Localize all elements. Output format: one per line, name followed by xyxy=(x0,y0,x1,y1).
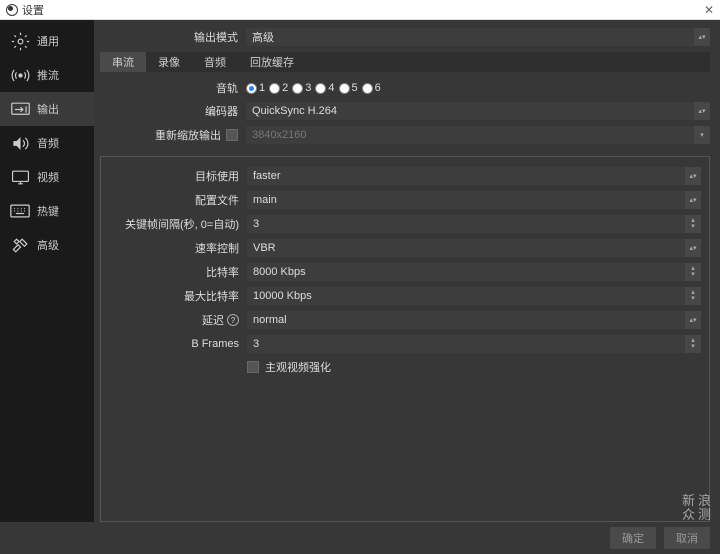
chevron-updown-icon: ▴▾ xyxy=(694,102,710,120)
subjective-label: 主观视频强化 xyxy=(265,359,331,375)
tracks-label: 音轨 xyxy=(100,80,246,96)
encoder-select[interactable]: QuickSync H.264 ▴▾ xyxy=(246,102,710,120)
tab-record[interactable]: 录像 xyxy=(146,52,192,72)
bframes-spinner[interactable]: 3 ▴▾ xyxy=(247,335,701,353)
rescale-select[interactable]: 3840x2160 ▾ xyxy=(246,126,710,144)
cancel-button[interactable]: 取消 xyxy=(664,527,710,549)
track-radio-4[interactable] xyxy=(315,83,326,94)
encoder-label: 编码器 xyxy=(100,103,246,119)
chevron-updown-icon: ▴▾ xyxy=(685,311,701,329)
ok-button[interactable]: 确定 xyxy=(610,527,656,549)
sidebar-item-label: 推流 xyxy=(37,67,59,83)
chevron-updown-icon: ▴▾ xyxy=(694,28,710,46)
keyint-spinner[interactable]: 3 ▴▾ xyxy=(247,215,701,233)
sidebar: 通用 推流 输出 音频 xyxy=(0,20,94,522)
bitrate-label: 比特率 xyxy=(101,264,247,280)
sidebar-item-output[interactable]: 输出 xyxy=(0,92,94,126)
antenna-icon xyxy=(10,66,30,84)
output-mode-label: 输出模式 xyxy=(100,29,246,45)
rate-control-select[interactable]: VBR ▴▾ xyxy=(247,239,701,257)
sidebar-item-hotkeys[interactable]: 热键 xyxy=(0,194,94,228)
rescale-checkbox[interactable] xyxy=(226,129,238,141)
max-bitrate-label: 最大比特率 xyxy=(101,288,247,304)
window-title: 设置 xyxy=(22,2,44,18)
rate-control-label: 速率控制 xyxy=(101,240,247,256)
latency-select[interactable]: normal ▴▾ xyxy=(247,311,701,329)
gear-icon xyxy=(10,32,30,50)
sidebar-item-label: 热键 xyxy=(37,203,59,219)
app-icon xyxy=(6,4,18,16)
sidebar-item-label: 输出 xyxy=(37,101,59,117)
titlebar: 设置 ✕ xyxy=(0,0,720,20)
target-usage-label: 目标使用 xyxy=(101,168,247,184)
sidebar-item-label: 高级 xyxy=(37,237,59,253)
track-radio-3[interactable] xyxy=(292,83,303,94)
max-bitrate-spinner[interactable]: 10000 Kbps ▴▾ xyxy=(247,287,701,305)
track-radio-2[interactable] xyxy=(269,83,280,94)
sidebar-item-audio[interactable]: 音频 xyxy=(0,126,94,160)
latency-label: 延迟 xyxy=(202,312,224,328)
keyint-label: 关键帧间隔(秒, 0=自动) xyxy=(101,216,247,232)
tab-replay[interactable]: 回放缓存 xyxy=(238,52,306,72)
tab-stream[interactable]: 串流 xyxy=(100,52,146,72)
track-radio-1[interactable] xyxy=(246,83,257,94)
help-icon[interactable]: ? xyxy=(227,314,239,326)
profile-select[interactable]: main ▴▾ xyxy=(247,191,701,209)
chevron-updown-icon: ▴▾ xyxy=(685,167,701,185)
sidebar-item-label: 音频 xyxy=(37,135,59,151)
track-radio-5[interactable] xyxy=(339,83,350,94)
tabs: 串流 录像 音频 回放缓存 xyxy=(100,52,710,72)
rescale-label: 重新缩放输出 xyxy=(155,127,221,143)
speaker-icon xyxy=(10,134,30,152)
sidebar-item-general[interactable]: 通用 xyxy=(0,24,94,58)
output-icon xyxy=(10,100,30,118)
content-area: 输出模式 高级 ▴▾ 串流 录像 音频 回放缓存 音轨 1 2 3 4 xyxy=(94,20,720,522)
sidebar-item-label: 通用 xyxy=(37,33,59,49)
target-usage-select[interactable]: faster ▴▾ xyxy=(247,167,701,185)
sidebar-item-video[interactable]: 视频 xyxy=(0,160,94,194)
subjective-checkbox[interactable] xyxy=(247,361,259,373)
chevron-updown-icon: ▴▾ xyxy=(685,239,701,257)
chevron-updown-icon: ▴▾ xyxy=(685,191,701,209)
keyboard-icon xyxy=(10,202,30,220)
chevron-down-icon: ▾ xyxy=(694,126,710,144)
close-icon[interactable]: ✕ xyxy=(704,3,714,17)
monitor-icon xyxy=(10,168,30,186)
sidebar-item-advanced[interactable]: 高级 xyxy=(0,228,94,262)
encoder-panel: 目标使用 faster ▴▾ 配置文件 main ▴▾ 关键帧间隔(秒, 0=自… xyxy=(100,156,710,522)
tracks-group: 1 2 3 4 5 6 xyxy=(246,82,381,94)
bitrate-spinner[interactable]: 8000 Kbps ▴▾ xyxy=(247,263,701,281)
footer: 确定 取消 xyxy=(0,522,720,554)
sidebar-item-label: 视频 xyxy=(37,169,59,185)
spinner-arrows-icon: ▴▾ xyxy=(685,215,701,233)
spinner-arrows-icon: ▴▾ xyxy=(685,287,701,305)
profile-label: 配置文件 xyxy=(101,192,247,208)
spinner-arrows-icon: ▴▾ xyxy=(685,335,701,353)
spinner-arrows-icon: ▴▾ xyxy=(685,263,701,281)
track-radio-6[interactable] xyxy=(362,83,373,94)
tools-icon xyxy=(10,236,30,254)
output-mode-select[interactable]: 高级 ▴▾ xyxy=(246,28,710,46)
tab-audio[interactable]: 音频 xyxy=(192,52,238,72)
bframes-label: B Frames xyxy=(101,338,247,350)
sidebar-item-stream[interactable]: 推流 xyxy=(0,58,94,92)
